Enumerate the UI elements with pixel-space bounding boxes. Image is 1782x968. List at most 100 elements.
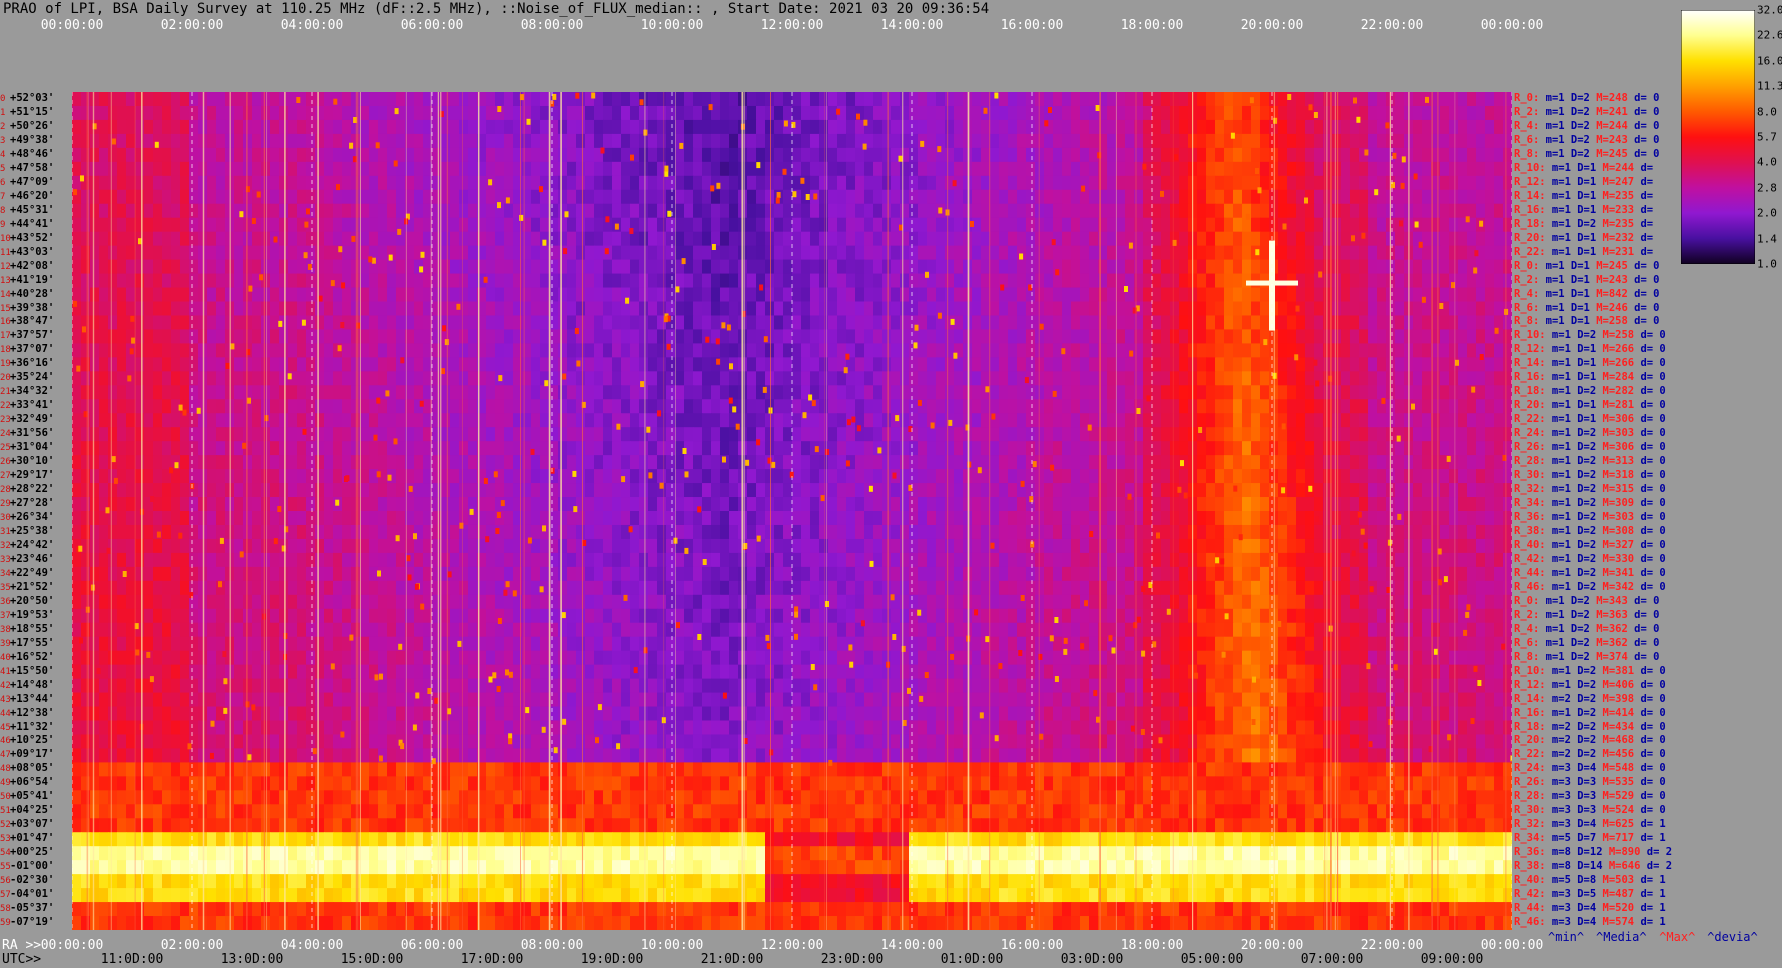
heatmap-cell [1206,511,1216,526]
heatmap-cell [1107,147,1117,163]
heatmap-cell [207,119,217,135]
heatmap-cell [882,161,892,177]
heatmap-cell [675,92,685,107]
heatmap-cell [189,119,199,135]
heatmap-cell [765,105,775,121]
heatmap-cell [747,259,757,275]
heatmap-cell [900,329,910,344]
heatmap-cell [1062,231,1072,247]
heatmap-cell [1089,329,1099,344]
heatmap-cell [819,469,829,484]
heatmap-cell [1224,119,1234,135]
heatmap-cell [720,92,730,107]
heatmap-cell [828,217,838,233]
heatmap-cell [81,231,91,247]
heatmap-cell [675,231,685,247]
heatmap-cell [486,133,496,149]
heatmap-cell [1179,133,1189,149]
heatmap-cell [243,105,253,121]
heatmap-cell [1107,469,1117,484]
heatmap-cell [342,413,352,428]
heatmap-cell [909,357,919,372]
heatmap-cell [711,203,721,219]
heatmap-cell [1359,441,1369,456]
heatmap-cell [342,217,352,233]
heatmap-cell [189,245,199,261]
heatmap-cell [945,92,955,107]
heatmap-cell [1359,133,1369,149]
heatmap-cell [882,245,892,261]
heatmap-cell [1422,511,1432,526]
heatmap-cell [1233,175,1243,191]
heatmap-cell [234,385,244,400]
heatmap-cell [855,231,865,247]
heatmap-cell [117,259,127,275]
heatmap-cell [324,315,334,331]
heatmap-cell [1440,161,1450,177]
heatmap-cell [936,343,946,358]
heatmap-cell [414,329,424,344]
heatmap-cell [315,147,325,163]
heatmap-cell [909,399,919,414]
heatmap-cell [909,329,919,344]
heatmap-cell [873,329,883,344]
heatmap-cell [252,343,262,358]
heatmap-cell [72,427,82,442]
heatmap-cell [1062,119,1072,135]
heatmap-cell [873,315,883,331]
heatmap-cell [432,231,442,247]
heatmap-cell [216,273,226,289]
heatmap-cell [162,231,172,247]
heatmap-cell [1206,469,1216,484]
heatmap-cell [1071,287,1081,303]
heatmap-cell [693,511,703,526]
heatmap-cell [999,175,1009,191]
heatmap-cell [819,511,829,526]
heatmap-cell [1026,245,1036,261]
heatmap-cell [450,427,460,442]
heatmap-cell [648,105,658,121]
heatmap-cell [585,287,595,303]
heatmap-cell [1260,231,1270,247]
heatmap-cell [252,427,262,442]
heatmap-cell [954,119,964,135]
heatmap-cell [1332,315,1342,331]
heatmap-cell [612,133,622,149]
heatmap-cell [1206,287,1216,303]
heatmap-cell [1368,301,1378,317]
heatmap-cell [945,497,955,512]
heatmap-cell [450,441,460,456]
heatmap-cell [1503,203,1512,219]
heatmap-cell [828,161,838,177]
heatmap-cell [1062,259,1072,275]
heatmap-cell [792,483,802,498]
heatmap-cell [252,441,262,456]
heatmap-cell [1296,259,1306,275]
heatmap-cell [684,385,694,400]
heatmap-cell [990,315,1000,331]
heatmap-cell [1089,189,1099,205]
heatmap-cell [108,259,118,275]
heatmap-cell [792,413,802,428]
heatmap-cell [180,357,190,372]
heatmap-cell [1062,441,1072,456]
heatmap-cell [639,301,649,317]
heatmap-cell [1359,161,1369,177]
heatmap-cell [558,105,568,121]
heatmap-cell [1080,315,1090,331]
heatmap-cell [468,133,478,149]
heatmap-cell [1062,189,1072,205]
heatmap-cell [1377,175,1387,191]
heatmap-cell [1332,203,1342,219]
heatmap-cell [180,511,190,526]
heatmap-cell [261,133,271,149]
heatmap-cell [234,455,244,470]
heatmap-cell [99,413,109,428]
heatmap-cell [135,259,145,275]
heatmap-cell [1458,175,1468,191]
heatmap-cell [378,413,388,428]
heatmap-cell [180,92,190,107]
heatmap-cell [828,357,838,372]
heatmap-cell [1440,315,1450,331]
heatmap-cell [90,413,100,428]
